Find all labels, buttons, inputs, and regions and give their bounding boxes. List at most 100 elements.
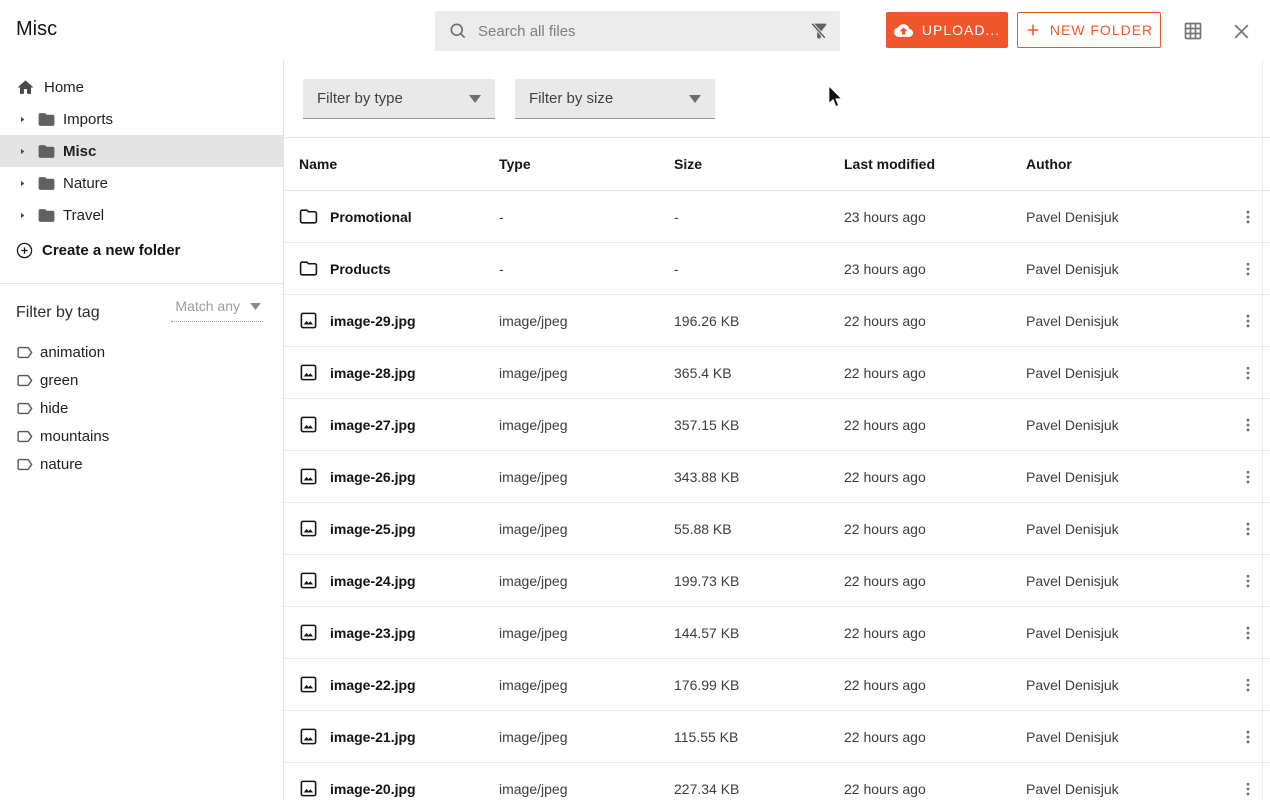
file-name-cell[interactable]: image-22.jpg xyxy=(299,675,499,694)
caret-down-icon xyxy=(689,95,701,103)
chevron-right-icon[interactable] xyxy=(18,179,28,188)
row-menu-kebab-icon[interactable] xyxy=(1226,780,1270,798)
file-author: Pavel Denisjuk xyxy=(1026,677,1226,693)
grid-view-icon[interactable] xyxy=(1182,20,1204,42)
sidebar-folder-item[interactable]: Misc xyxy=(0,135,283,167)
row-menu-kebab-icon[interactable] xyxy=(1226,676,1270,694)
file-author: Pavel Denisjuk xyxy=(1026,781,1226,797)
tag-filter-header: Filter by tag Match any xyxy=(0,284,283,322)
table-row[interactable]: image-24.jpg image/jpeg 199.73 KB 22 hou… xyxy=(284,555,1270,607)
row-menu-kebab-icon[interactable] xyxy=(1226,364,1270,382)
file-name-cell[interactable]: image-26.jpg xyxy=(299,467,499,486)
image-icon xyxy=(299,727,318,746)
table-row[interactable]: Promotional - - 23 hours ago Pavel Denis… xyxy=(284,191,1270,243)
caret-down-icon xyxy=(250,303,261,310)
close-icon[interactable] xyxy=(1230,20,1252,42)
row-menu-kebab-icon[interactable] xyxy=(1226,572,1270,590)
table-row[interactable]: image-27.jpg image/jpeg 357.15 KB 22 hou… xyxy=(284,399,1270,451)
file-author: Pavel Denisjuk xyxy=(1026,469,1226,485)
table-row[interactable]: image-21.jpg image/jpeg 115.55 KB 22 hou… xyxy=(284,711,1270,763)
tag-icon xyxy=(16,344,33,361)
image-icon xyxy=(299,571,318,590)
tag-list: animation green hide xyxy=(0,338,283,478)
table-row[interactable]: image-29.jpg image/jpeg 196.26 KB 22 hou… xyxy=(284,295,1270,347)
create-new-folder-button[interactable]: Create a new folder xyxy=(0,234,283,266)
table-row[interactable]: image-20.jpg image/jpeg 227.34 KB 22 hou… xyxy=(284,763,1270,800)
row-menu-kebab-icon[interactable] xyxy=(1226,520,1270,538)
chevron-right-icon[interactable] xyxy=(18,147,28,156)
row-menu-kebab-icon[interactable] xyxy=(1226,624,1270,642)
file-name-cell[interactable]: image-21.jpg xyxy=(299,727,499,746)
table-row[interactable]: Products - - 23 hours ago Pavel Denisjuk xyxy=(284,243,1270,295)
upload-button[interactable]: UPLOAD... xyxy=(886,12,1008,48)
tag-filter-title: Filter by tag xyxy=(16,304,100,322)
file-author: Pavel Denisjuk xyxy=(1026,417,1226,433)
tag-label: hide xyxy=(40,400,68,417)
file-name-cell[interactable]: image-27.jpg xyxy=(299,415,499,434)
table-row[interactable]: image-25.jpg image/jpeg 55.88 KB 22 hour… xyxy=(284,503,1270,555)
file-modified: 22 hours ago xyxy=(844,521,1026,537)
row-menu-kebab-icon[interactable] xyxy=(1226,468,1270,486)
chevron-right-icon[interactable] xyxy=(18,211,28,220)
row-menu-kebab-icon[interactable] xyxy=(1226,208,1270,226)
plus-circle-icon xyxy=(16,242,33,259)
file-modified: 22 hours ago xyxy=(844,625,1026,641)
file-name-cell[interactable]: image-23.jpg xyxy=(299,623,499,642)
sidebar-folder-label: Misc xyxy=(63,143,96,160)
file-name-cell[interactable]: image-25.jpg xyxy=(299,519,499,538)
tag-item[interactable]: green xyxy=(0,366,283,394)
file-author: Pavel Denisjuk xyxy=(1026,209,1226,225)
table-row[interactable]: image-23.jpg image/jpeg 144.57 KB 22 hou… xyxy=(284,607,1270,659)
tag-match-mode-select[interactable]: Match any xyxy=(171,298,263,322)
image-icon xyxy=(299,415,318,434)
image-icon xyxy=(299,467,318,486)
sidebar-folder-item[interactable]: Nature xyxy=(0,167,283,199)
row-menu-kebab-icon[interactable] xyxy=(1226,416,1270,434)
table-row[interactable]: image-26.jpg image/jpeg 343.88 KB 22 hou… xyxy=(284,451,1270,503)
tag-item[interactable]: nature xyxy=(0,450,283,478)
column-header-name: Name xyxy=(299,156,499,172)
file-name-cell[interactable]: image-28.jpg xyxy=(299,363,499,382)
file-modified: 22 hours ago xyxy=(844,729,1026,745)
chevron-right-icon[interactable] xyxy=(18,115,28,124)
row-menu-kebab-icon[interactable] xyxy=(1226,728,1270,746)
search-input[interactable]: Search all files xyxy=(435,11,840,51)
file-size: 357.15 KB xyxy=(674,417,844,433)
file-name-cell[interactable]: image-24.jpg xyxy=(299,571,499,590)
sidebar-item-home[interactable]: Home xyxy=(0,71,283,103)
folder-icon xyxy=(37,206,56,225)
page-title: Misc xyxy=(16,18,57,41)
create-new-folder-label: Create a new folder xyxy=(42,242,180,259)
sidebar: Home Imports Misc xyxy=(0,60,284,800)
file-name-cell[interactable]: image-20.jpg xyxy=(299,779,499,798)
file-name-cell[interactable]: Products xyxy=(299,259,499,278)
tag-item[interactable]: animation xyxy=(0,338,283,366)
file-name-cell[interactable]: Promotional xyxy=(299,207,499,226)
tag-item[interactable]: mountains xyxy=(0,422,283,450)
table-row[interactable]: image-22.jpg image/jpeg 176.99 KB 22 hou… xyxy=(284,659,1270,711)
row-menu-kebab-icon[interactable] xyxy=(1226,312,1270,330)
file-name: image-29.jpg xyxy=(330,313,416,329)
filter-off-icon[interactable] xyxy=(808,20,830,42)
file-modified: 23 hours ago xyxy=(844,209,1026,225)
row-menu-kebab-icon[interactable] xyxy=(1226,260,1270,278)
tag-icon xyxy=(16,456,33,473)
file-modified: 22 hours ago xyxy=(844,677,1026,693)
caret-down-icon xyxy=(469,95,481,103)
file-modified: 22 hours ago xyxy=(844,417,1026,433)
sidebar-folder-item[interactable]: Imports xyxy=(0,103,283,135)
filter-by-size-select[interactable]: Filter by size xyxy=(515,79,715,119)
file-list-panel: Filter by type Filter by size Name Type … xyxy=(284,60,1270,800)
tag-icon xyxy=(16,372,33,389)
main-layout: Home Imports Misc xyxy=(0,60,1270,800)
new-folder-button[interactable]: NEW FOLDER xyxy=(1017,12,1161,48)
column-header-size: Size xyxy=(674,156,844,172)
file-name-cell[interactable]: image-29.jpg xyxy=(299,311,499,330)
file-size: 55.88 KB xyxy=(674,521,844,537)
file-size: 199.73 KB xyxy=(674,573,844,589)
table-row[interactable]: image-28.jpg image/jpeg 365.4 KB 22 hour… xyxy=(284,347,1270,399)
filter-by-type-select[interactable]: Filter by type xyxy=(303,79,495,119)
tag-item[interactable]: hide xyxy=(0,394,283,422)
sidebar-folder-item[interactable]: Travel xyxy=(0,199,283,231)
file-author: Pavel Denisjuk xyxy=(1026,313,1226,329)
